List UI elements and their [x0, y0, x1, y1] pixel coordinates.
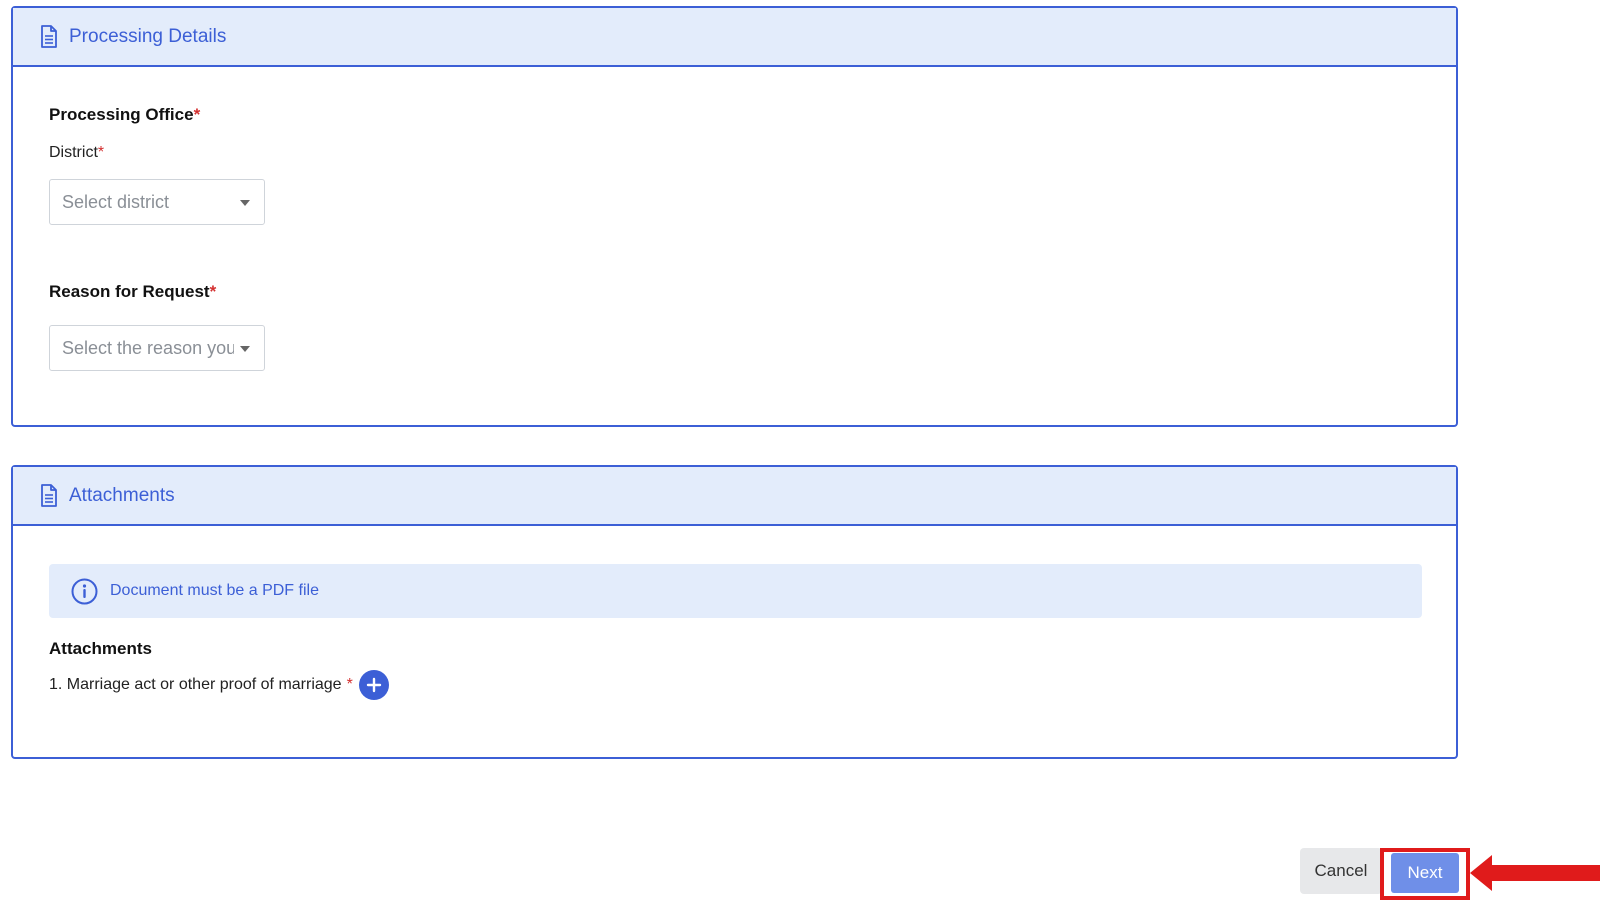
plus-icon — [366, 677, 382, 693]
reason-label: Reason for Request* — [49, 282, 216, 302]
attachments-header: Attachments — [13, 467, 1456, 526]
required-marker: * — [346, 676, 353, 693]
processing-office-text: Processing Office — [49, 105, 194, 124]
attachment-item: 1. Marriage act or other proof of marria… — [49, 670, 389, 700]
district-label: District* — [49, 144, 104, 162]
processing-details-card: Processing Details Processing Office* Di… — [11, 6, 1458, 427]
info-text: Document must be a PDF file — [110, 582, 319, 599]
reason-text: Reason for Request — [49, 282, 210, 301]
district-select[interactable]: Select district — [49, 179, 265, 225]
required-marker: * — [193, 105, 201, 124]
required-marker: * — [209, 282, 217, 301]
arrow-left-icon — [1470, 855, 1600, 891]
required-marker: * — [97, 144, 105, 161]
caret-down-icon — [240, 200, 250, 206]
reason-select[interactable]: Select the reason you — [49, 325, 265, 371]
next-button[interactable]: Next — [1391, 853, 1459, 893]
attachment-item-label: 1. Marriage act or other proof of marria… — [49, 676, 342, 693]
document-icon — [39, 483, 59, 508]
cancel-button[interactable]: Cancel — [1300, 848, 1382, 894]
processing-details-title: Processing Details — [69, 25, 227, 47]
attachments-card: Attachments Document must be a PDF file … — [11, 465, 1458, 759]
district-text: District — [49, 144, 98, 161]
pdf-info-alert: Document must be a PDF file — [49, 564, 1422, 618]
district-placeholder: Select district — [62, 191, 170, 212]
reason-placeholder: Select the reason you — [62, 337, 234, 358]
caret-down-icon — [240, 346, 250, 352]
processing-details-header: Processing Details — [13, 8, 1456, 67]
add-attachment-button[interactable] — [358, 670, 389, 700]
processing-office-label: Processing Office* — [49, 105, 200, 125]
attachments-title: Attachments — [69, 484, 175, 506]
attachments-subheading: Attachments — [49, 639, 152, 658]
info-circle-icon — [71, 578, 98, 605]
document-icon — [39, 24, 59, 49]
